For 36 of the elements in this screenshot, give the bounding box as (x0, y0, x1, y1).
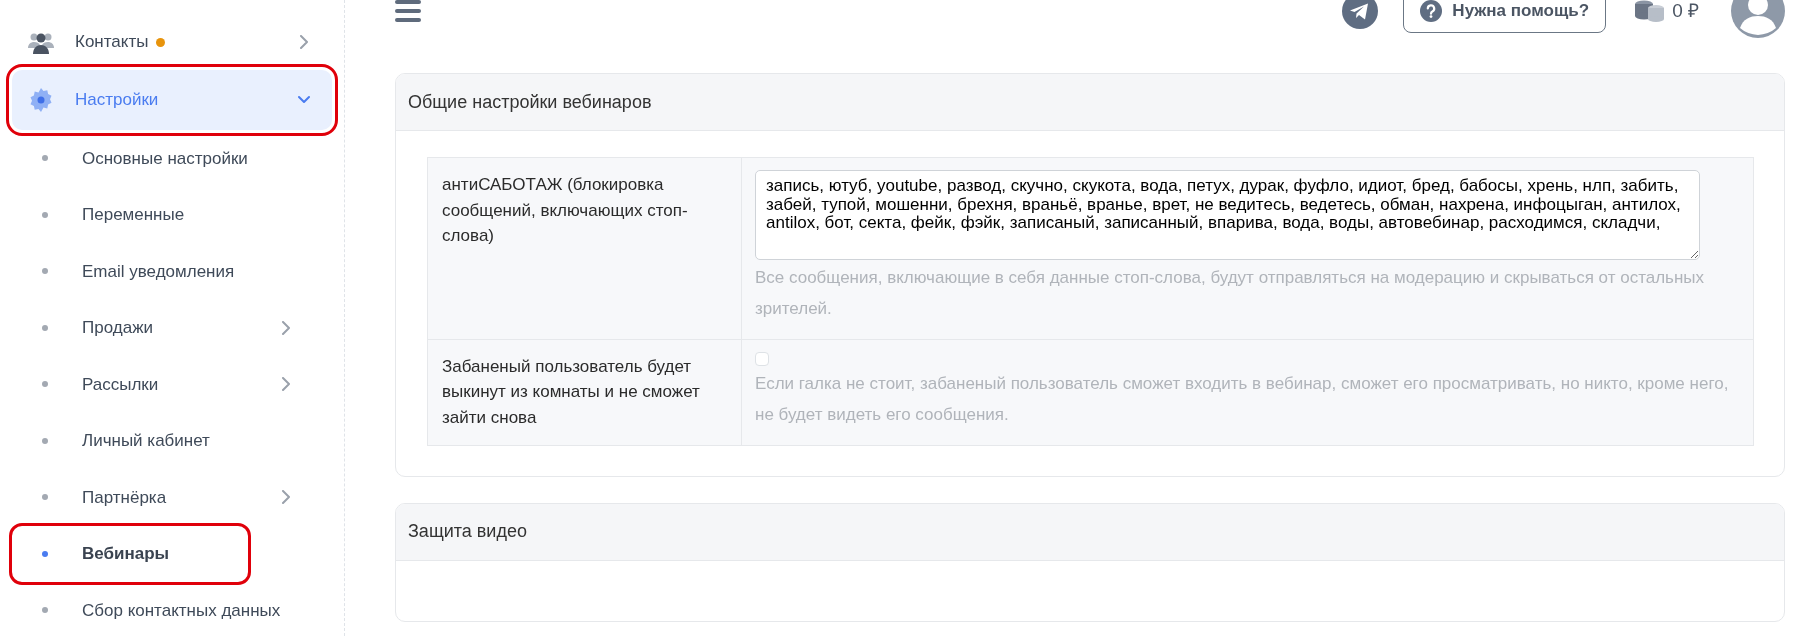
panel-title: Защита видео (396, 503, 1784, 561)
sidebar-subitem[interactable]: Email уведомления (12, 243, 332, 300)
sidebar-subitem[interactable]: Основные настройки (12, 130, 332, 187)
avatar-icon[interactable] (1731, 0, 1785, 38)
menu-icon (395, 0, 421, 22)
sidebar-subitem[interactable]: Партнёрка (12, 469, 332, 526)
sidebar-subitem[interactable]: Рассылки (12, 356, 332, 413)
sidebar-subitem[interactable]: Переменные (12, 186, 332, 243)
sidebar-subitem[interactable]: Сбор контактных данных (12, 582, 332, 636)
bullet-icon (42, 155, 48, 162)
sidebar-item[interactable]: Контакты (12, 14, 332, 70)
bullet-icon (42, 324, 48, 331)
field-hint: Если галка не стоит, забаненый пользователь сможет входить в вебинар, сможет его просматривать, но никто, кроме него, не будет видеть его сообщения. (755, 372, 1730, 427)
bullet-icon (42, 494, 48, 501)
bullet-icon (42, 607, 48, 614)
paper-plane-icon[interactable] (1342, 0, 1379, 29)
gear-icon (28, 87, 54, 113)
bullet-icon (42, 211, 48, 218)
help-button[interactable]: Нужна помощь? (1403, 0, 1607, 33)
field-hint: Все сообщения, включающие в себя данные стоп-слова, будут отправляться на модерацию и скрываться от остальных зрителей. (755, 267, 1706, 321)
sidebar-subitem[interactable]: Личный кабинет (12, 412, 332, 469)
question-icon (1420, 0, 1443, 22)
sidebar-subitem[interactable]: Вебинары (12, 525, 248, 582)
bullet-icon (42, 381, 48, 388)
bullet-icon (42, 550, 48, 557)
sidebar-subitem[interactable]: Продажи (12, 299, 332, 356)
bullet-icon (42, 268, 48, 275)
chevron-right-icon (298, 35, 310, 49)
panel-title: Общие настройки вебинаров (396, 74, 1784, 131)
ban-checkbox[interactable] (755, 351, 769, 366)
bullet-icon (42, 437, 48, 444)
balance-amount: 0 ₽ (1672, 0, 1699, 23)
stop-words-field[interactable]: запись, ютуб, youtube, развод, скучно, скукота, вода, петух, дурак, фуфло, идиот, бред, бабосы, хрень, нлп, забить, забей, тупой, мошенни, брехня, враньё, вранье, врет, не ведитесь, ведетесь, обман, нахрена, инфоцыган, антилох, antilox, бот, секта, фейк, фэйк, записаный, записанный, впарива, вода, воды, автовебинар, расходимся, складчи, (755, 170, 1700, 260)
field-label: антиСАБОТАЖ (блокировка сообщений, включающих стоп-слова) (428, 158, 742, 339)
field-label: Забаненый пользователь будет выкинут из комнаты и не сможет зайти снова (428, 339, 742, 445)
coins-icon (1634, 0, 1665, 23)
